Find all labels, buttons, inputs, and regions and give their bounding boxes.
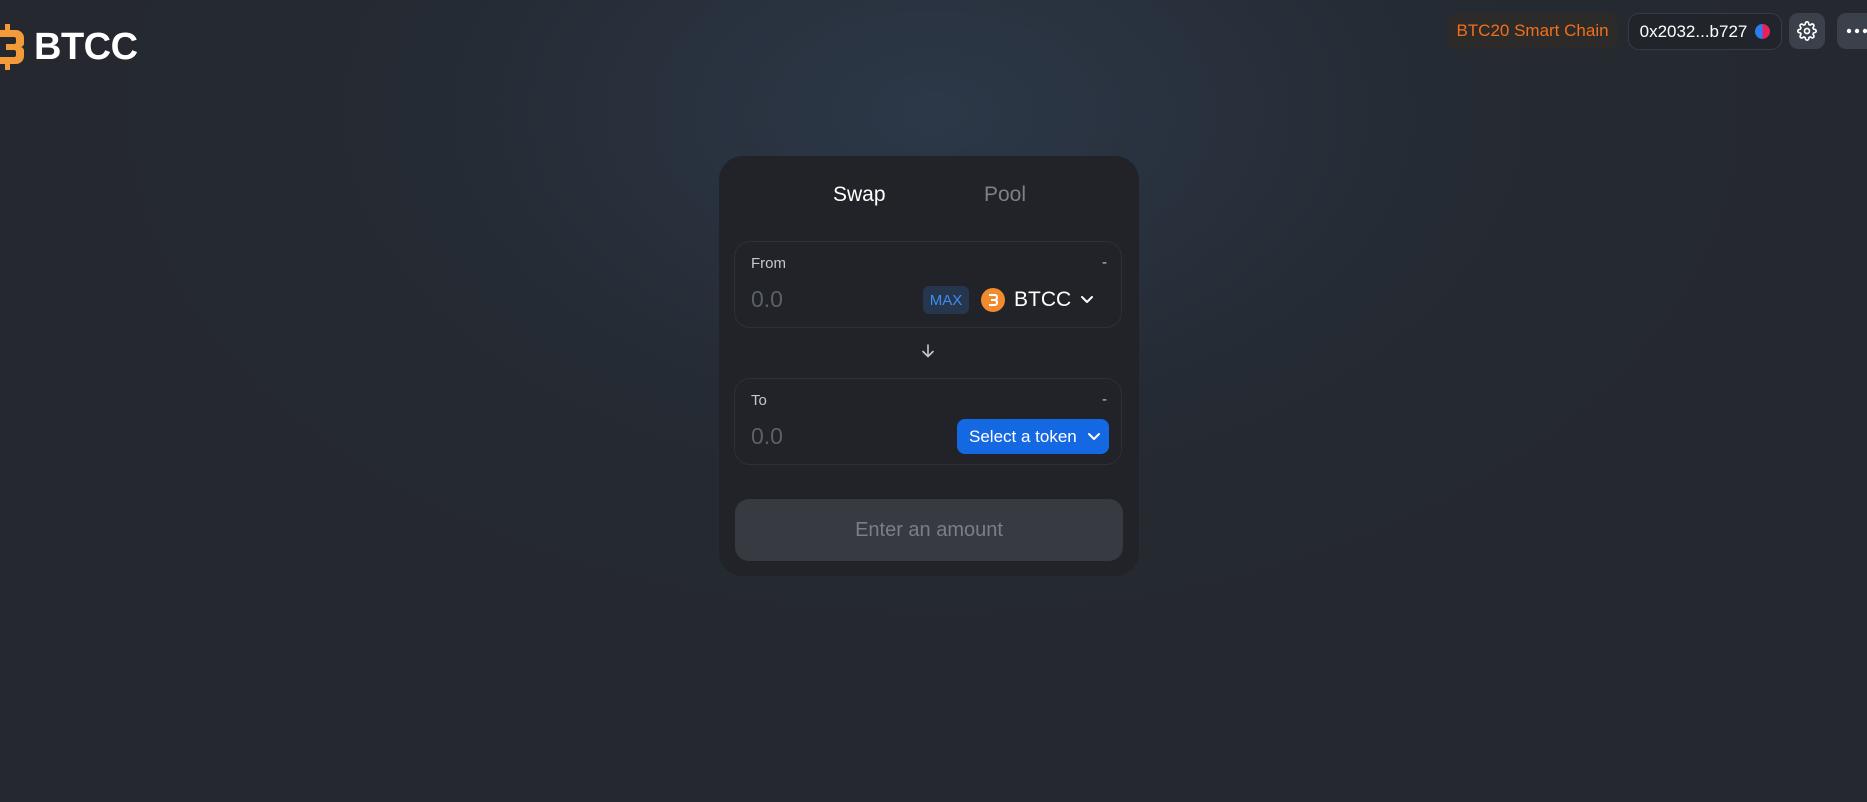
more-button[interactable] bbox=[1837, 13, 1867, 49]
from-token-select[interactable]: BTCC bbox=[981, 283, 1094, 317]
from-amount-input[interactable] bbox=[751, 284, 901, 314]
arrow-down-icon bbox=[922, 344, 934, 358]
chevron-down-icon bbox=[1087, 432, 1100, 440]
account-button[interactable]: 0x2032...b727 bbox=[1628, 13, 1782, 50]
settings-button[interactable] bbox=[1789, 13, 1825, 49]
enter-amount-button[interactable]: Enter an amount bbox=[735, 499, 1123, 561]
network-badge[interactable]: BTC20 Smart Chain bbox=[1447, 13, 1618, 49]
from-token-name: BTCC bbox=[1014, 288, 1072, 311]
select-token-label: Select a token bbox=[969, 426, 1077, 446]
to-balance: - bbox=[1102, 391, 1107, 408]
logo[interactable]: BTCC bbox=[0, 22, 138, 72]
from-label: From bbox=[751, 255, 786, 272]
btcc-logo-icon bbox=[0, 22, 24, 72]
more-horizontal-icon bbox=[1846, 28, 1867, 34]
tab-swap[interactable]: Swap bbox=[833, 183, 886, 207]
logo-text: BTCC bbox=[34, 25, 138, 68]
chevron-down-icon bbox=[1081, 296, 1094, 303]
to-panel: To - Select a token bbox=[734, 378, 1122, 465]
swap-direction-button[interactable] bbox=[920, 343, 936, 364]
from-panel: From - MAX BTCC bbox=[734, 241, 1122, 328]
gear-icon bbox=[1797, 21, 1817, 41]
btcc-token-icon bbox=[981, 288, 1005, 312]
swap-card: Swap Pool From - MAX BTCC To - Se bbox=[719, 156, 1139, 576]
select-token-button[interactable]: Select a token bbox=[957, 419, 1109, 454]
account-address: 0x2032...b727 bbox=[1639, 21, 1748, 41]
account-avatar-icon bbox=[1755, 24, 1771, 39]
from-balance: - bbox=[1102, 254, 1107, 271]
to-amount-input[interactable] bbox=[751, 421, 901, 451]
tab-pool[interactable]: Pool bbox=[984, 183, 1026, 207]
to-label: To bbox=[751, 392, 767, 409]
max-button[interactable]: MAX bbox=[923, 286, 969, 314]
